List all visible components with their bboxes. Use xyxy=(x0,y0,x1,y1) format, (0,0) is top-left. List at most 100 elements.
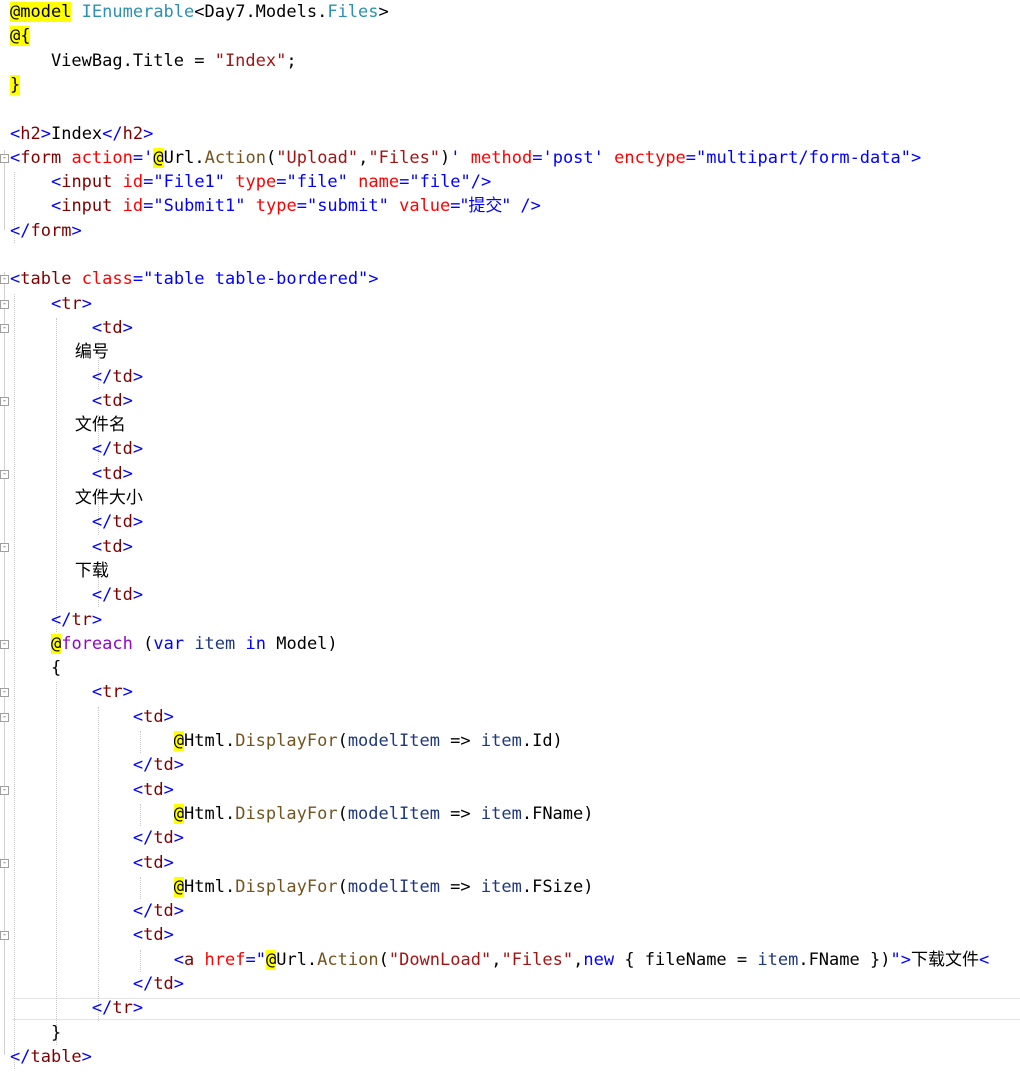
code-token: Model) xyxy=(266,633,338,654)
code-line[interactable]: 文件名 xyxy=(0,413,1020,437)
code-line[interactable]: </td> xyxy=(0,365,1020,389)
code-line[interactable]: </tr> xyxy=(0,996,1020,1020)
code-token: /> xyxy=(470,172,492,193)
code-token: , xyxy=(573,949,584,970)
code-token: > xyxy=(163,925,174,946)
code-line[interactable]: <td> - xyxy=(0,535,1020,559)
code-token: td xyxy=(143,706,164,727)
code-token: < xyxy=(132,706,144,727)
collapse-toggle-icon[interactable]: - xyxy=(0,688,9,698)
code-token: 文件名 xyxy=(10,415,126,436)
collapse-toggle-icon[interactable]: - xyxy=(0,785,9,795)
code-token: "提交" xyxy=(460,196,511,217)
code-line-text: <input id="Submit1" type="submit" value=… xyxy=(10,194,541,218)
code-line[interactable]: <a href="@Url.Action("DownLoad","Files",… xyxy=(0,948,1020,972)
code-token: @model xyxy=(10,2,72,22)
code-token: id xyxy=(122,196,144,217)
code-line[interactable]: <td> - xyxy=(0,778,1020,802)
code-line[interactable]: </td> xyxy=(0,510,1020,534)
code-token: input xyxy=(61,196,113,217)
code-line[interactable]: <input id="File1" type="file" name="file… xyxy=(0,170,1020,194)
code-token: < xyxy=(50,172,62,193)
code-line[interactable]: </tr> xyxy=(0,608,1020,632)
code-line-text: </tr> xyxy=(10,608,102,632)
code-line-text: @Html.DisplayFor(modelItem => item.FSize… xyxy=(10,875,594,899)
code-line[interactable]: <table class="table table-bordered"> - xyxy=(0,267,1020,291)
code-token: in xyxy=(245,633,266,654)
code-line[interactable]: <td> - xyxy=(0,851,1020,875)
collapse-toggle-icon[interactable]: - xyxy=(0,469,9,479)
code-line[interactable]: <tr> - xyxy=(0,292,1020,316)
code-line[interactable]: { xyxy=(0,656,1020,680)
code-line[interactable]: @Html.DisplayFor(modelItem => item.FSize… xyxy=(0,875,1020,899)
code-line[interactable]: 编号 xyxy=(0,340,1020,364)
code-token: td xyxy=(102,536,123,557)
code-line[interactable]: <h2>Index</h2> xyxy=(0,122,1020,146)
code-token: </ xyxy=(132,974,154,994)
code-line[interactable]: <td> - xyxy=(0,462,1020,486)
code-token: < xyxy=(132,925,144,946)
code-line[interactable]: <form action='@Url.Action("Upload","File… xyxy=(0,146,1020,170)
code-line[interactable]: @model IEnumerable<Day7.Models.Files> xyxy=(0,0,1020,24)
code-token: </ xyxy=(50,609,72,630)
code-line[interactable]: <td> - xyxy=(0,923,1020,947)
code-line[interactable]: @Html.DisplayFor(modelItem => item.FName… xyxy=(0,802,1020,826)
code-line[interactable]: @foreach (var item in Model) - xyxy=(0,632,1020,656)
code-token: "File1" xyxy=(153,172,226,193)
code-token: </ xyxy=(91,366,113,387)
code-line[interactable]: </td> xyxy=(0,753,1020,777)
code-line-text: <form action='@Url.Action("Upload","File… xyxy=(10,146,921,170)
code-token: = xyxy=(245,949,256,970)
code-line[interactable]: } xyxy=(0,73,1020,97)
collapse-toggle-icon[interactable]: - xyxy=(0,639,9,649)
code-token: tr xyxy=(112,998,133,1019)
code-line[interactable]: </td> xyxy=(0,899,1020,923)
code-token: Url. xyxy=(163,147,205,168)
code-token: h2 xyxy=(20,123,41,144)
code-token: td xyxy=(143,925,164,946)
collapse-toggle-icon[interactable]: - xyxy=(0,275,9,285)
collapse-toggle-icon[interactable]: - xyxy=(0,153,9,163)
code-line[interactable]: @Html.DisplayFor(modelItem => item.Id) xyxy=(0,729,1020,753)
code-line[interactable]: </td> xyxy=(0,583,1020,607)
code-token: "submit" xyxy=(306,196,389,217)
code-line[interactable]: </form> xyxy=(0,219,1020,243)
collapse-toggle-icon[interactable]: - xyxy=(0,323,9,333)
collapse-toggle-icon[interactable]: - xyxy=(0,299,9,309)
code-line[interactable]: <td> - xyxy=(0,316,1020,340)
collapse-toggle-icon[interactable]: - xyxy=(0,712,9,722)
code-token: foreach xyxy=(61,633,133,654)
code-line[interactable]: 下载 xyxy=(0,559,1020,583)
code-token: 下载文件 xyxy=(910,949,979,970)
code-line[interactable]: <td> - xyxy=(0,389,1020,413)
code-token: ' xyxy=(143,147,154,168)
code-line[interactable] xyxy=(0,243,1020,267)
code-token: "Upload" xyxy=(276,147,359,168)
code-token: > xyxy=(91,609,103,630)
code-line[interactable] xyxy=(0,97,1020,121)
collapse-toggle-icon[interactable]: - xyxy=(0,396,9,406)
code-line[interactable]: @{ xyxy=(0,24,1020,48)
code-line[interactable]: 文件大小 xyxy=(0,486,1020,510)
code-line[interactable]: </td> xyxy=(0,826,1020,850)
code-line[interactable]: ViewBag.Title = "Index"; xyxy=(0,49,1020,73)
collapse-toggle-icon[interactable]: - xyxy=(0,858,9,868)
code-token: </ xyxy=(102,123,123,144)
code-line[interactable]: </table> xyxy=(0,1045,1020,1069)
collapse-toggle-icon[interactable]: - xyxy=(0,931,9,941)
code-line[interactable]: <tr> - xyxy=(0,680,1020,704)
code-editor[interactable]: @model IEnumerable<Day7.Models.Files> @{ … xyxy=(0,0,1020,1082)
code-line[interactable]: <td> - xyxy=(0,705,1020,729)
code-token: ( xyxy=(337,731,348,751)
code-token: </ xyxy=(10,1046,31,1067)
code-line[interactable]: </td> xyxy=(0,437,1020,461)
code-line[interactable]: </td> xyxy=(0,972,1020,996)
code-line[interactable]: } xyxy=(0,1021,1020,1045)
code-line[interactable]: <input id="Submit1" type="submit" value=… xyxy=(0,194,1020,218)
code-token: name xyxy=(358,172,400,193)
collapse-toggle-icon[interactable]: - xyxy=(0,542,9,552)
